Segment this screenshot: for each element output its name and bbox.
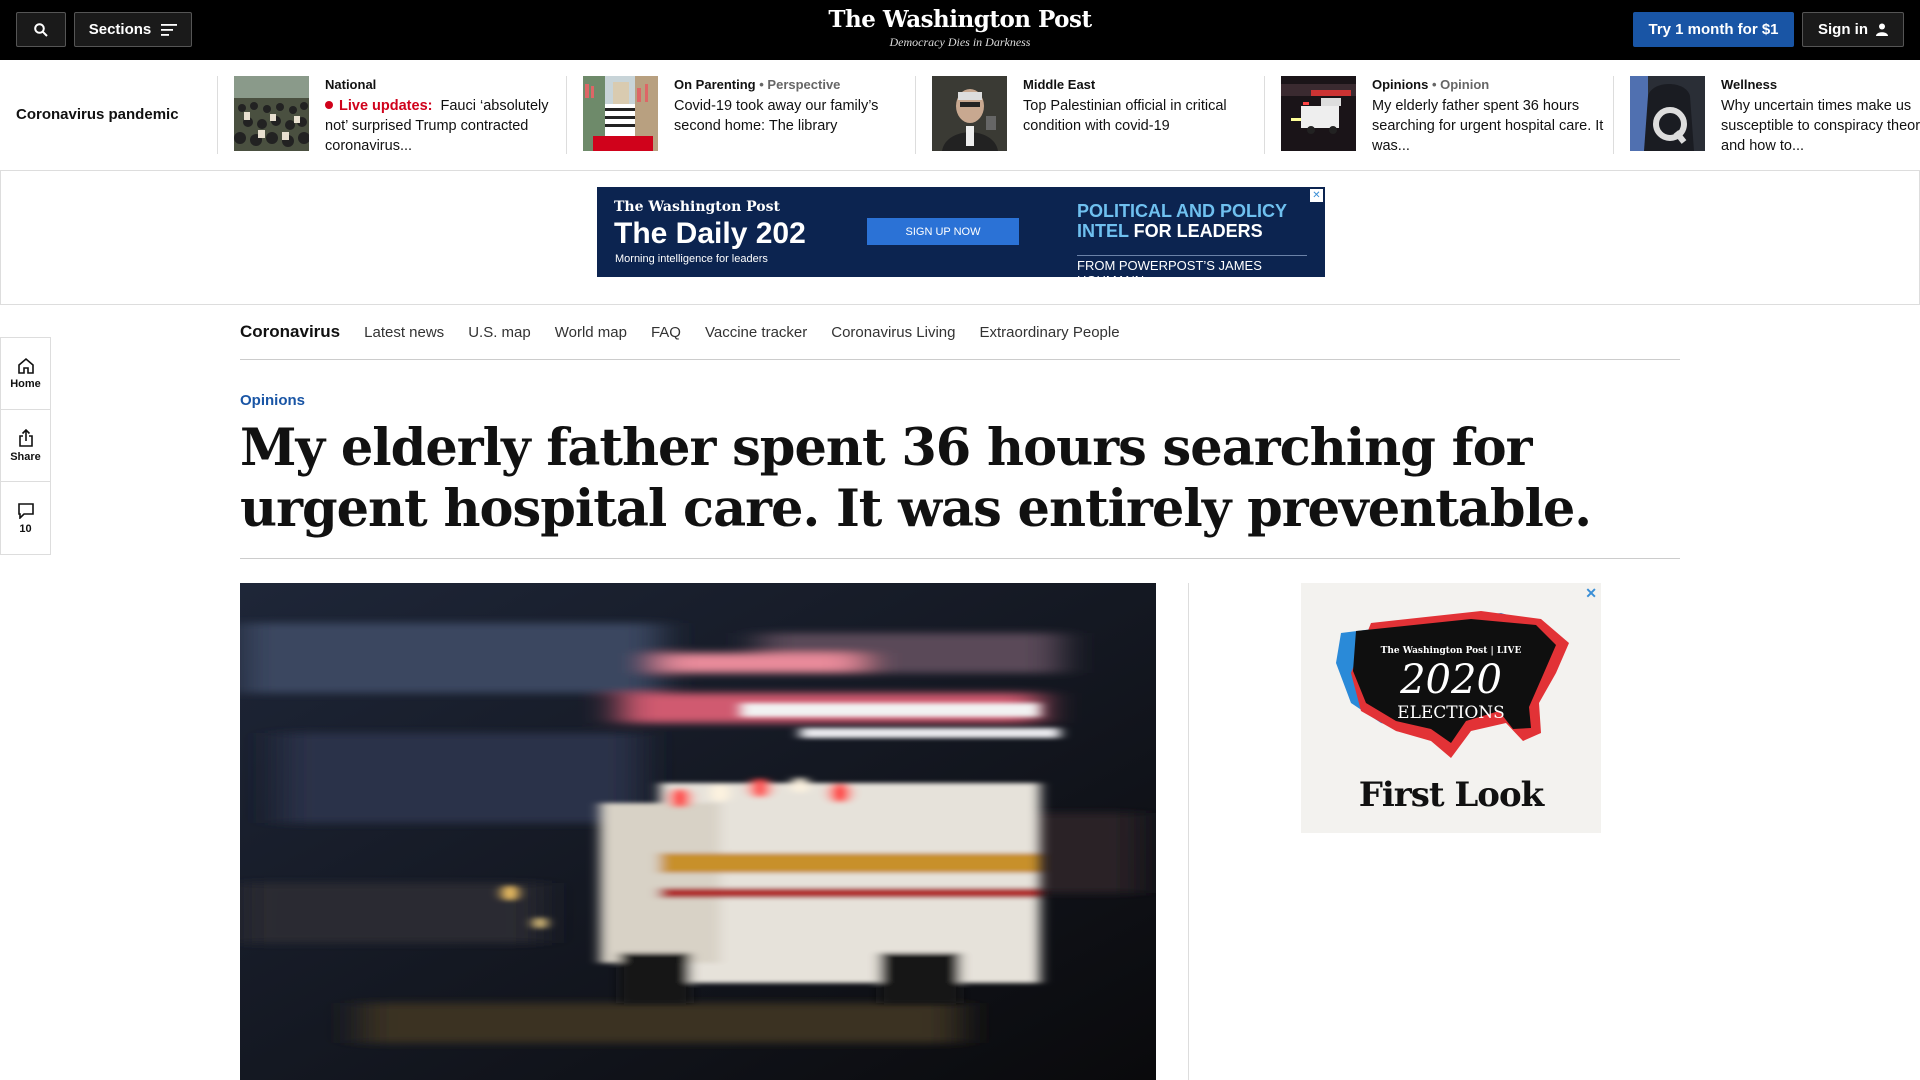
article-tools-bar: Home Share 10 — [0, 337, 51, 555]
ambulance-photo — [240, 583, 1156, 1080]
ad-brand: The Washington Post — [614, 199, 780, 215]
ad-close-icon[interactable]: ✕ — [1585, 585, 1597, 602]
election-ad-year: 2020 — [1400, 657, 1502, 703]
nav-link-us-map[interactable]: U.S. map — [468, 324, 531, 341]
site-logo[interactable]: The Washington Post Democracy Dies in Da… — [0, 6, 1920, 50]
election-ad-elections: ELECTIONS — [1397, 703, 1505, 723]
strip-item[interactable]: On Parenting • Perspective Covid-19 took… — [566, 76, 914, 154]
share-label: Share — [10, 450, 41, 463]
strip-item[interactable]: Wellness Why uncertain times make us sus… — [1613, 76, 1920, 154]
qanon-thumbnail — [1630, 76, 1705, 151]
home-icon — [17, 357, 34, 374]
library-thumbnail — [583, 76, 658, 151]
daily-202-ad[interactable]: The Washington Post The Daily 202 Mornin… — [597, 187, 1325, 277]
ad-subtitle: Morning intelligence for leaders — [615, 253, 768, 265]
crowd-thumbnail — [234, 76, 309, 151]
strip-headline: Why uncertain times make us susceptible … — [1721, 98, 1920, 154]
strip-headline: Live updates: Fauci ‘absolutely not’ sur… — [325, 98, 549, 154]
ambulance-thumbnail — [1281, 76, 1356, 151]
comments-count: 10 — [19, 522, 32, 535]
user-icon — [1876, 23, 1888, 36]
strip-headline: Top Palestinian official in critical con… — [1023, 98, 1227, 134]
election-ad[interactable]: The Washington Post | LIVE 2020 ELECTION… — [1301, 583, 1601, 833]
portrait-thumbnail — [932, 76, 1007, 151]
nav-link-coronavirus-living[interactable]: Coronavirus Living — [831, 324, 955, 341]
top-bar: Sections The Washington Post Democracy D… — [0, 0, 1920, 60]
nav-link-latest-news[interactable]: Latest news — [364, 324, 444, 341]
ad-from: FROM POWERPOST’S JAMES HOHMANN — [1077, 255, 1307, 277]
live-label: Live updates: — [339, 98, 433, 114]
column-divider — [1188, 583, 1189, 1080]
nav-link-world-map[interactable]: World map — [555, 324, 627, 341]
ad-tagline: POLITICAL AND POLICY INTEL FOR LEADERS — [1077, 201, 1288, 241]
headline-strip: Coronavirus pandemic National Live updat… — [0, 60, 1920, 171]
election-ad-brand: The Washington Post | LIVE — [1380, 646, 1522, 656]
ad-signup-button[interactable]: SIGN UP NOW — [867, 218, 1019, 245]
share-button[interactable]: Share — [1, 410, 50, 482]
comments-button[interactable]: 10 — [1, 482, 50, 554]
election-ad-first-look: First Look — [1358, 775, 1544, 815]
strip-kicker: Middle East — [1023, 77, 1096, 92]
strip-headline: My elderly father spent 36 hours searchi… — [1372, 98, 1604, 154]
ad-close-icon[interactable]: ✕ — [1310, 189, 1323, 202]
logo-text: The Washington Post — [828, 6, 1092, 33]
strip-label[interactable]: Coronavirus pandemic — [16, 106, 179, 123]
subscribe-button[interactable]: Try 1 month for $1 — [1633, 12, 1794, 47]
strip-kicker: Wellness — [1721, 77, 1778, 92]
nav-link-vaccine-tracker[interactable]: Vaccine tracker — [705, 324, 807, 341]
home-button[interactable]: Home — [1, 338, 50, 410]
logo-tagline: Democracy Dies in Darkness — [889, 35, 1031, 49]
strip-item[interactable]: Opinions • Opinion My elderly father spe… — [1264, 76, 1612, 154]
nav-link-extraordinary-people[interactable]: Extraordinary People — [979, 324, 1119, 341]
share-icon — [18, 428, 33, 447]
comment-icon — [17, 502, 34, 519]
strip-headline: Covid-19 took away our family’s second h… — [674, 98, 879, 134]
sign-in-label: Sign in — [1818, 21, 1868, 38]
strip-item[interactable]: National Live updates: Fauci ‘absolutely… — [217, 76, 565, 154]
article-headline: My elderly father spent 36 hours searchi… — [240, 418, 1592, 539]
live-dot-icon — [325, 101, 333, 109]
strip-item[interactable]: Middle East Top Palestinian official in … — [915, 76, 1263, 154]
strip-kicker: National — [325, 77, 377, 92]
section-title[interactable]: Coronavirus — [240, 322, 340, 342]
nav-link-faq[interactable]: FAQ — [651, 324, 681, 341]
sign-in-button[interactable]: Sign in — [1802, 12, 1904, 47]
ad-region: The Washington Post The Daily 202 Mornin… — [0, 171, 1920, 305]
article-kicker[interactable]: Opinions — [240, 392, 305, 409]
strip-kicker: Opinions • Opinion — [1372, 77, 1490, 92]
section-nav: Coronavirus Latest news U.S. map World m… — [240, 305, 1680, 360]
strip-kicker: On Parenting • Perspective — [674, 77, 841, 92]
divider — [240, 558, 1680, 559]
home-label: Home — [10, 378, 41, 390]
ad-title: The Daily 202 — [614, 217, 806, 250]
